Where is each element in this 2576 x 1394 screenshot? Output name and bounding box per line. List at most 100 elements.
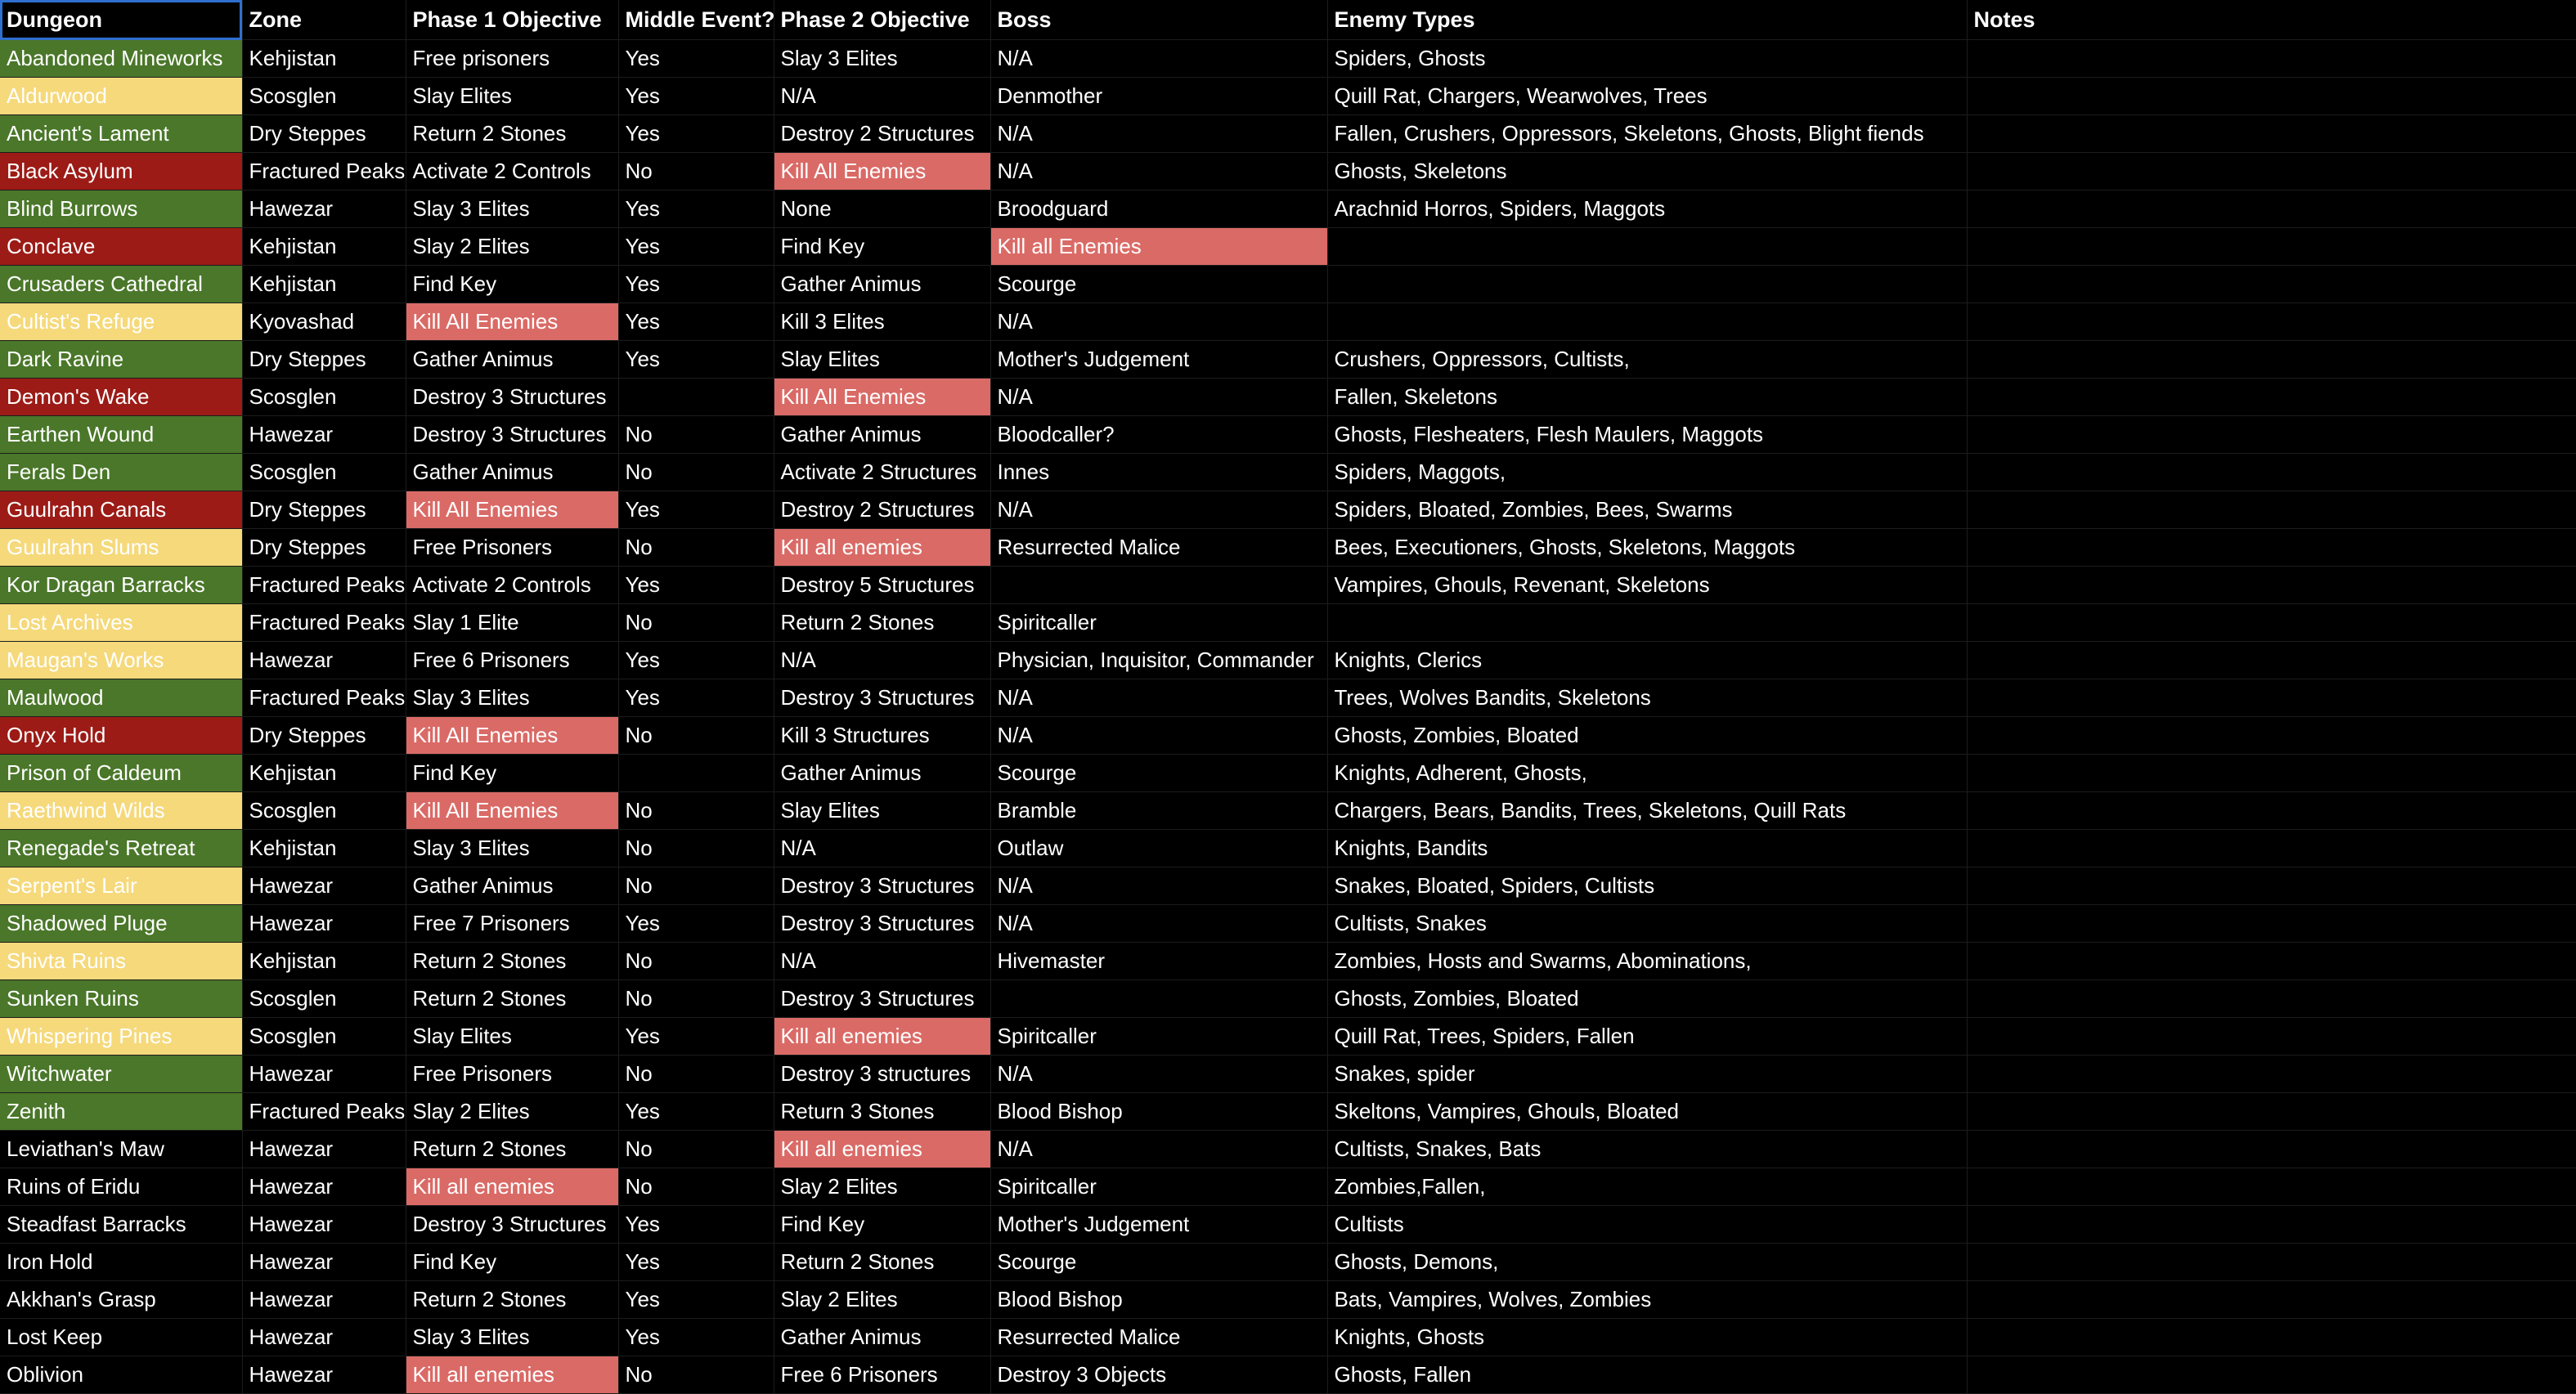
- cell-phase2-objective[interactable]: Destroy 3 Structures: [774, 904, 991, 943]
- column-header-phase1-objective[interactable]: Phase 1 Objective: [406, 0, 619, 40]
- cell-phase2-objective[interactable]: Return 2 Stones: [774, 603, 991, 642]
- cell-enemy-types[interactable]: Chargers, Bears, Bandits, Trees, Skeleto…: [1327, 791, 1968, 830]
- cell-boss[interactable]: Blood Bishop: [990, 1092, 1328, 1131]
- cell-enemy-types[interactable]: [1327, 265, 1968, 303]
- cell-middle-event[interactable]: Yes: [618, 227, 774, 266]
- cell-phase1-objective[interactable]: Destroy 3 Structures: [406, 415, 619, 454]
- cell-boss[interactable]: Hivemaster: [990, 942, 1328, 980]
- cell-zone[interactable]: Hawezar: [242, 415, 406, 454]
- cell-notes[interactable]: [1967, 716, 2576, 755]
- cell-phase1-objective[interactable]: Slay 2 Elites: [406, 1092, 619, 1131]
- cell-phase2-objective[interactable]: Return 3 Stones: [774, 1092, 991, 1131]
- cell-notes[interactable]: [1967, 829, 2576, 867]
- cell-phase1-objective[interactable]: Slay Elites: [406, 1017, 619, 1056]
- cell-dungeon[interactable]: Witchwater: [0, 1055, 243, 1093]
- cell-dungeon[interactable]: Guulrahn Canals: [0, 491, 243, 529]
- cell-boss[interactable]: Broodguard: [990, 190, 1328, 228]
- cell-boss[interactable]: Innes: [990, 453, 1328, 491]
- cell-zone[interactable]: Scosglen: [242, 453, 406, 491]
- cell-zone[interactable]: Kehjistan: [242, 265, 406, 303]
- cell-notes[interactable]: [1967, 603, 2576, 642]
- cell-dungeon[interactable]: Dark Ravine: [0, 340, 243, 379]
- cell-middle-event[interactable]: [618, 378, 774, 416]
- cell-dungeon[interactable]: Lost Archives: [0, 603, 243, 642]
- cell-notes[interactable]: [1967, 378, 2576, 416]
- cell-enemy-types[interactable]: Ghosts, Demons,: [1327, 1243, 1968, 1281]
- cell-enemy-types[interactable]: Snakes, spider: [1327, 1055, 1968, 1093]
- cell-phase1-objective[interactable]: Destroy 3 Structures: [406, 378, 619, 416]
- cell-dungeon[interactable]: Demon's Wake: [0, 378, 243, 416]
- cell-dungeon[interactable]: Aldurwood: [0, 77, 243, 115]
- cell-zone[interactable]: Fractured Peaks: [242, 603, 406, 642]
- cell-dungeon[interactable]: Earthen Wound: [0, 415, 243, 454]
- cell-zone[interactable]: Hawezar: [242, 190, 406, 228]
- cell-phase1-objective[interactable]: Slay 2 Elites: [406, 227, 619, 266]
- cell-notes[interactable]: [1967, 77, 2576, 115]
- cell-phase2-objective[interactable]: Activate 2 Structures: [774, 453, 991, 491]
- cell-middle-event[interactable]: No: [618, 415, 774, 454]
- cell-phase2-objective[interactable]: Slay Elites: [774, 791, 991, 830]
- cell-notes[interactable]: [1967, 1280, 2576, 1319]
- cell-enemy-types[interactable]: Quill Rat, Trees, Spiders, Fallen: [1327, 1017, 1968, 1056]
- cell-phase1-objective[interactable]: Activate 2 Controls: [406, 566, 619, 604]
- cell-phase1-objective[interactable]: Slay 1 Elite: [406, 603, 619, 642]
- cell-phase2-objective[interactable]: N/A: [774, 77, 991, 115]
- cell-phase2-objective[interactable]: None: [774, 190, 991, 228]
- cell-middle-event[interactable]: No: [618, 829, 774, 867]
- cell-phase2-objective[interactable]: N/A: [774, 829, 991, 867]
- cell-phase2-objective[interactable]: Kill 3 Structures: [774, 716, 991, 755]
- cell-phase2-objective[interactable]: N/A: [774, 942, 991, 980]
- cell-boss[interactable]: Scourge: [990, 1243, 1328, 1281]
- cell-notes[interactable]: [1967, 303, 2576, 341]
- cell-zone[interactable]: Hawezar: [242, 867, 406, 905]
- cell-zone[interactable]: Hawezar: [242, 1356, 406, 1394]
- cell-boss[interactable]: Physician, Inquisitor, Commander: [990, 641, 1328, 679]
- cell-phase2-objective[interactable]: Find Key: [774, 227, 991, 266]
- cell-boss[interactable]: N/A: [990, 867, 1328, 905]
- cell-boss[interactable]: Spiritcaller: [990, 1168, 1328, 1206]
- cell-phase1-objective[interactable]: Activate 2 Controls: [406, 152, 619, 190]
- cell-boss[interactable]: N/A: [990, 491, 1328, 529]
- cell-notes[interactable]: [1967, 904, 2576, 943]
- cell-dungeon[interactable]: Akkhan's Grasp: [0, 1280, 243, 1319]
- cell-zone[interactable]: Hawezar: [242, 1168, 406, 1206]
- cell-middle-event[interactable]: No: [618, 1356, 774, 1394]
- cell-notes[interactable]: [1967, 1017, 2576, 1056]
- cell-phase1-objective[interactable]: Slay 3 Elites: [406, 190, 619, 228]
- cell-zone[interactable]: Hawezar: [242, 641, 406, 679]
- cell-enemy-types[interactable]: Spiders, Maggots,: [1327, 453, 1968, 491]
- cell-notes[interactable]: [1967, 1205, 2576, 1244]
- cell-dungeon[interactable]: Onyx Hold: [0, 716, 243, 755]
- cell-dungeon[interactable]: Ancient's Lament: [0, 114, 243, 153]
- cell-enemy-types[interactable]: Ghosts, Zombies, Bloated: [1327, 716, 1968, 755]
- cell-enemy-types[interactable]: Cultists, Snakes, Bats: [1327, 1130, 1968, 1168]
- cell-zone[interactable]: Dry Steppes: [242, 114, 406, 153]
- cell-enemy-types[interactable]: Knights, Bandits: [1327, 829, 1968, 867]
- cell-notes[interactable]: [1967, 415, 2576, 454]
- cell-phase1-objective[interactable]: Slay 3 Elites: [406, 679, 619, 717]
- cell-enemy-types[interactable]: Vampires, Ghouls, Revenant, Skeletons: [1327, 566, 1968, 604]
- cell-phase2-objective[interactable]: Gather Animus: [774, 415, 991, 454]
- cell-enemy-types[interactable]: Skeltons, Vampires, Ghouls, Bloated: [1327, 1092, 1968, 1131]
- cell-phase2-objective[interactable]: Kill 3 Elites: [774, 303, 991, 341]
- cell-boss[interactable]: Scourge: [990, 265, 1328, 303]
- cell-phase2-objective[interactable]: Destroy 3 structures: [774, 1055, 991, 1093]
- cell-boss[interactable]: N/A: [990, 1130, 1328, 1168]
- cell-dungeon[interactable]: Steadfast Barracks: [0, 1205, 243, 1244]
- cell-notes[interactable]: [1967, 942, 2576, 980]
- cell-notes[interactable]: [1967, 1130, 2576, 1168]
- cell-boss[interactable]: N/A: [990, 39, 1328, 78]
- cell-notes[interactable]: [1967, 39, 2576, 78]
- cell-middle-event[interactable]: No: [618, 942, 774, 980]
- cell-phase2-objective[interactable]: Slay 2 Elites: [774, 1168, 991, 1206]
- cell-notes[interactable]: [1967, 1356, 2576, 1394]
- cell-phase1-objective[interactable]: Slay 3 Elites: [406, 1318, 619, 1356]
- cell-dungeon[interactable]: Shivta Ruins: [0, 942, 243, 980]
- cell-phase1-objective[interactable]: Destroy 3 Structures: [406, 1205, 619, 1244]
- cell-enemy-types[interactable]: Zombies, Hosts and Swarms, Abominations,: [1327, 942, 1968, 980]
- cell-phase1-objective[interactable]: Free Prisoners: [406, 1055, 619, 1093]
- cell-middle-event[interactable]: No: [618, 979, 774, 1018]
- cell-zone[interactable]: Kehjistan: [242, 754, 406, 792]
- cell-enemy-types[interactable]: Bees, Executioners, Ghosts, Skeletons, M…: [1327, 528, 1968, 567]
- cell-phase2-objective[interactable]: Slay Elites: [774, 340, 991, 379]
